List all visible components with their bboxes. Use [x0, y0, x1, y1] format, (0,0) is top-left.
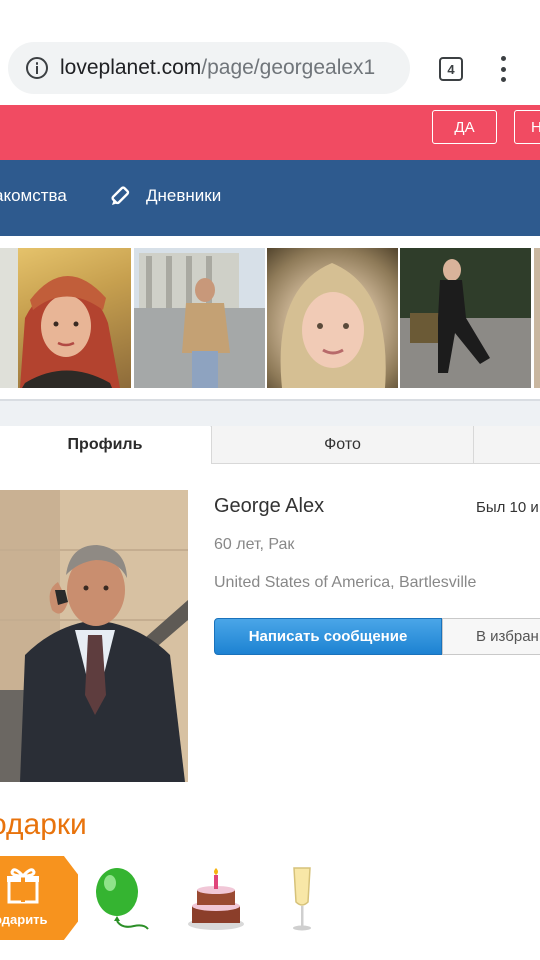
tab-switcher-button[interactable]: 4 — [439, 57, 463, 81]
tab-photo[interactable]: Фото — [211, 426, 473, 464]
banner-yes-button[interactable]: ДА — [432, 110, 497, 144]
nav-item-dating[interactable]: акомства — [0, 186, 67, 206]
user-thumbnail[interactable] — [534, 248, 540, 388]
url-path: /page/georgealex1 — [201, 56, 376, 79]
url-text[interactable]: loveplanet.com/page/georgealex1 — [60, 56, 375, 80]
tab-profile[interactable]: Профиль — [0, 426, 210, 464]
more-menu-icon[interactable] — [497, 56, 509, 82]
cake-icon[interactable] — [186, 866, 252, 936]
user-thumbnail[interactable] — [400, 248, 531, 388]
add-to-favorites-button[interactable]: В избран — [442, 618, 540, 655]
gifts-heading: одарки — [0, 808, 87, 841]
send-message-button[interactable]: Написать сообщение — [214, 618, 442, 655]
gift-box-icon — [4, 866, 42, 904]
user-thumbnail[interactable] — [134, 248, 265, 388]
pencil-icon — [108, 183, 134, 209]
user-thumbnail[interactable] — [0, 248, 131, 388]
avatar[interactable] — [0, 490, 188, 782]
last-seen-status: Был 10 и — [476, 499, 539, 516]
site-nav — [0, 160, 540, 236]
banner-text: Показать мобильную версию? — [102, 17, 328, 34]
banner-no-button[interactable]: Н — [514, 110, 540, 144]
age-sign: 60 лет, Рак — [214, 536, 295, 553]
nav-item-diaries-label: Дневники — [146, 186, 222, 205]
tab-more[interactable] — [473, 426, 540, 464]
address-bar[interactable]: loveplanet.com/page/georgealex1 — [8, 42, 410, 94]
user-thumbnail[interactable] — [267, 248, 398, 388]
nav-item-diaries[interactable]: Дневники — [108, 183, 221, 209]
location: United States of America, Bartlesville — [214, 574, 477, 591]
tab-count: 4 — [447, 61, 455, 77]
balloon-icon[interactable] — [92, 866, 158, 936]
champagne-icon[interactable] — [282, 866, 348, 936]
give-gift-label: одарить — [0, 912, 48, 927]
divider — [0, 401, 540, 427]
profile-name: George Alex — [214, 495, 325, 517]
url-domain: loveplanet.com — [60, 56, 202, 79]
info-icon[interactable] — [26, 57, 48, 79]
